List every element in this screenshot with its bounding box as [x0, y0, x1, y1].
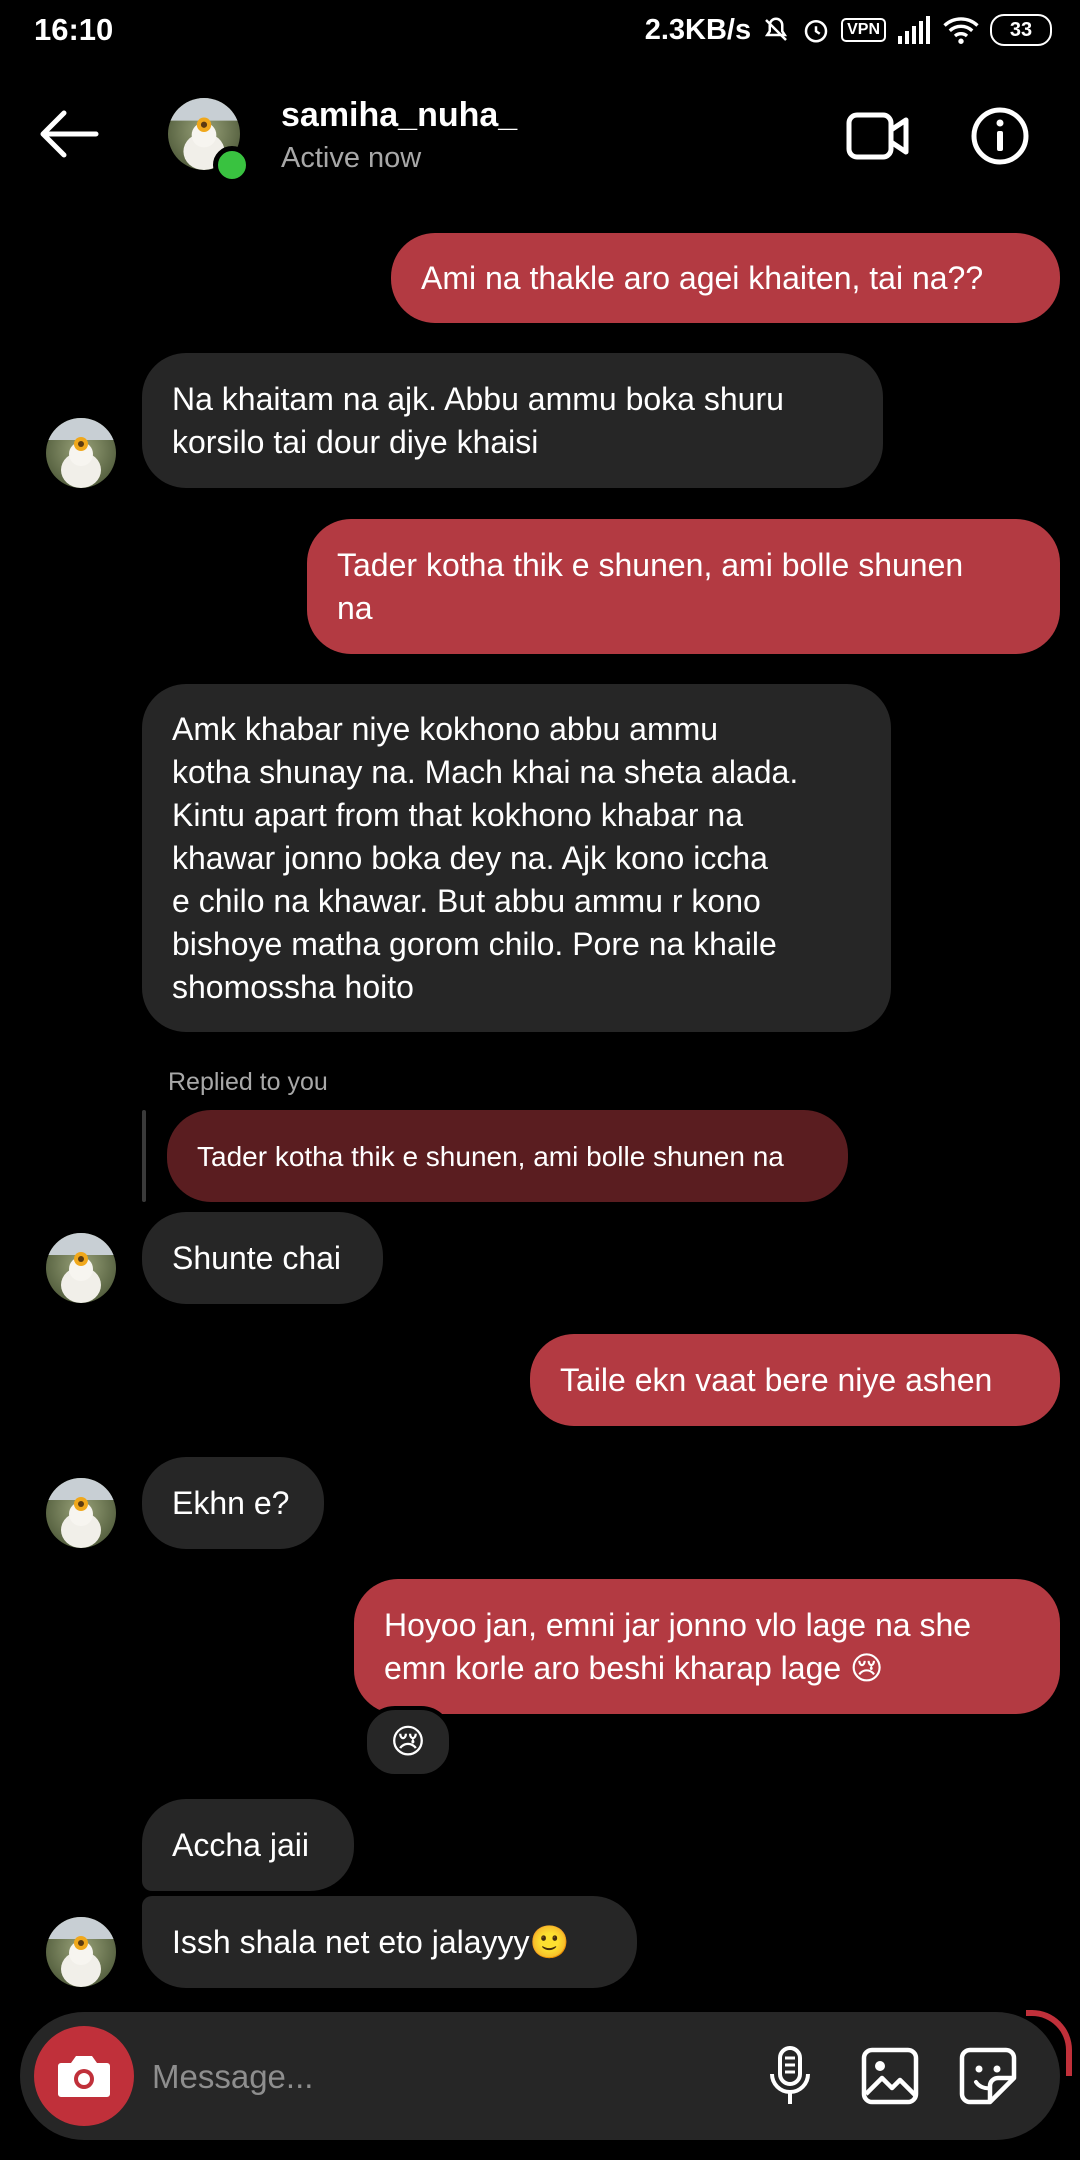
message-bubble-incoming[interactable]: Amk khabar niye kokhono abbu ammu kotha … — [142, 684, 891, 1032]
network-speed: 2.3KB/s — [644, 13, 752, 46]
status-bar: 16:10 2.3KB/s VPN 33 — [0, 0, 1080, 62]
replied-message-preview[interactable]: Tader kotha thik e shunen, ami bolle shu… — [167, 1110, 848, 1202]
status-icons: 2.3KB/s VPN 33 — [645, 10, 1052, 50]
sticker-icon — [959, 2047, 1017, 2105]
back-arrow-icon — [40, 110, 99, 158]
wifi-icon — [942, 15, 980, 45]
contact-name[interactable]: samiha_nuha_ — [281, 96, 517, 135]
message-bubble-incoming[interactable]: Accha jaii — [142, 1799, 354, 1891]
alarm-icon — [801, 15, 831, 45]
message-bubble-incoming[interactable]: Issh shala net eto jalayyy🙂 — [142, 1896, 637, 1988]
online-indicator — [213, 146, 251, 184]
camera-button[interactable] — [34, 2026, 134, 2126]
message-bubble-incoming[interactable]: Shunte chai — [142, 1212, 383, 1304]
signal-icon — [896, 16, 932, 44]
video-call-icon — [846, 112, 909, 160]
sticker-button[interactable] — [956, 2044, 1020, 2108]
message-bubble-incoming[interactable]: Ekhn e? — [142, 1457, 324, 1549]
message-reaction[interactable]: 😢 — [363, 1706, 453, 1778]
mute-icon — [761, 15, 791, 45]
status-time: 16:10 — [34, 12, 114, 47]
contact-avatar[interactable] — [46, 1233, 116, 1303]
message-bubble-incoming[interactable]: Na khaitam na ajk. Abbu ammu boka shuru … — [142, 353, 883, 488]
battery-indicator: 33 — [990, 14, 1052, 46]
reply-label: Replied to you — [168, 1068, 328, 1096]
message-composer — [20, 2012, 1060, 2140]
contact-avatar[interactable] — [46, 418, 116, 488]
message-bubble-outgoing[interactable]: Hoyoo jan, emni jar jonno vlo lage na sh… — [354, 1579, 1060, 1714]
gallery-button[interactable] — [858, 2044, 922, 2108]
info-icon — [971, 107, 1029, 165]
contact-avatar[interactable] — [46, 1478, 116, 1548]
back-button[interactable] — [38, 108, 100, 160]
reply-divider — [142, 1110, 146, 1202]
voice-message-button[interactable] — [758, 2044, 822, 2108]
camera-icon — [58, 2056, 110, 2097]
info-button[interactable] — [970, 106, 1030, 166]
message-bubble-outgoing[interactable]: Tader kotha thik e shunen, ami bolle shu… — [307, 519, 1060, 654]
microphone-icon — [770, 2046, 810, 2104]
contact-status: Active now — [281, 142, 422, 174]
chat-header: samiha_nuha_ Active now — [0, 62, 1080, 212]
message-bubble-outgoing[interactable]: Taile ekn vaat bere niye ashen — [530, 1334, 1060, 1426]
video-call-button[interactable] — [846, 108, 910, 164]
message-input[interactable] — [150, 2046, 714, 2108]
gallery-icon — [861, 2047, 919, 2105]
vpn-badge: VPN — [841, 18, 886, 42]
message-bubble-outgoing[interactable]: Ami na thakle aro agei khaiten, tai na?? — [391, 233, 1060, 323]
contact-avatar[interactable] — [46, 1917, 116, 1987]
